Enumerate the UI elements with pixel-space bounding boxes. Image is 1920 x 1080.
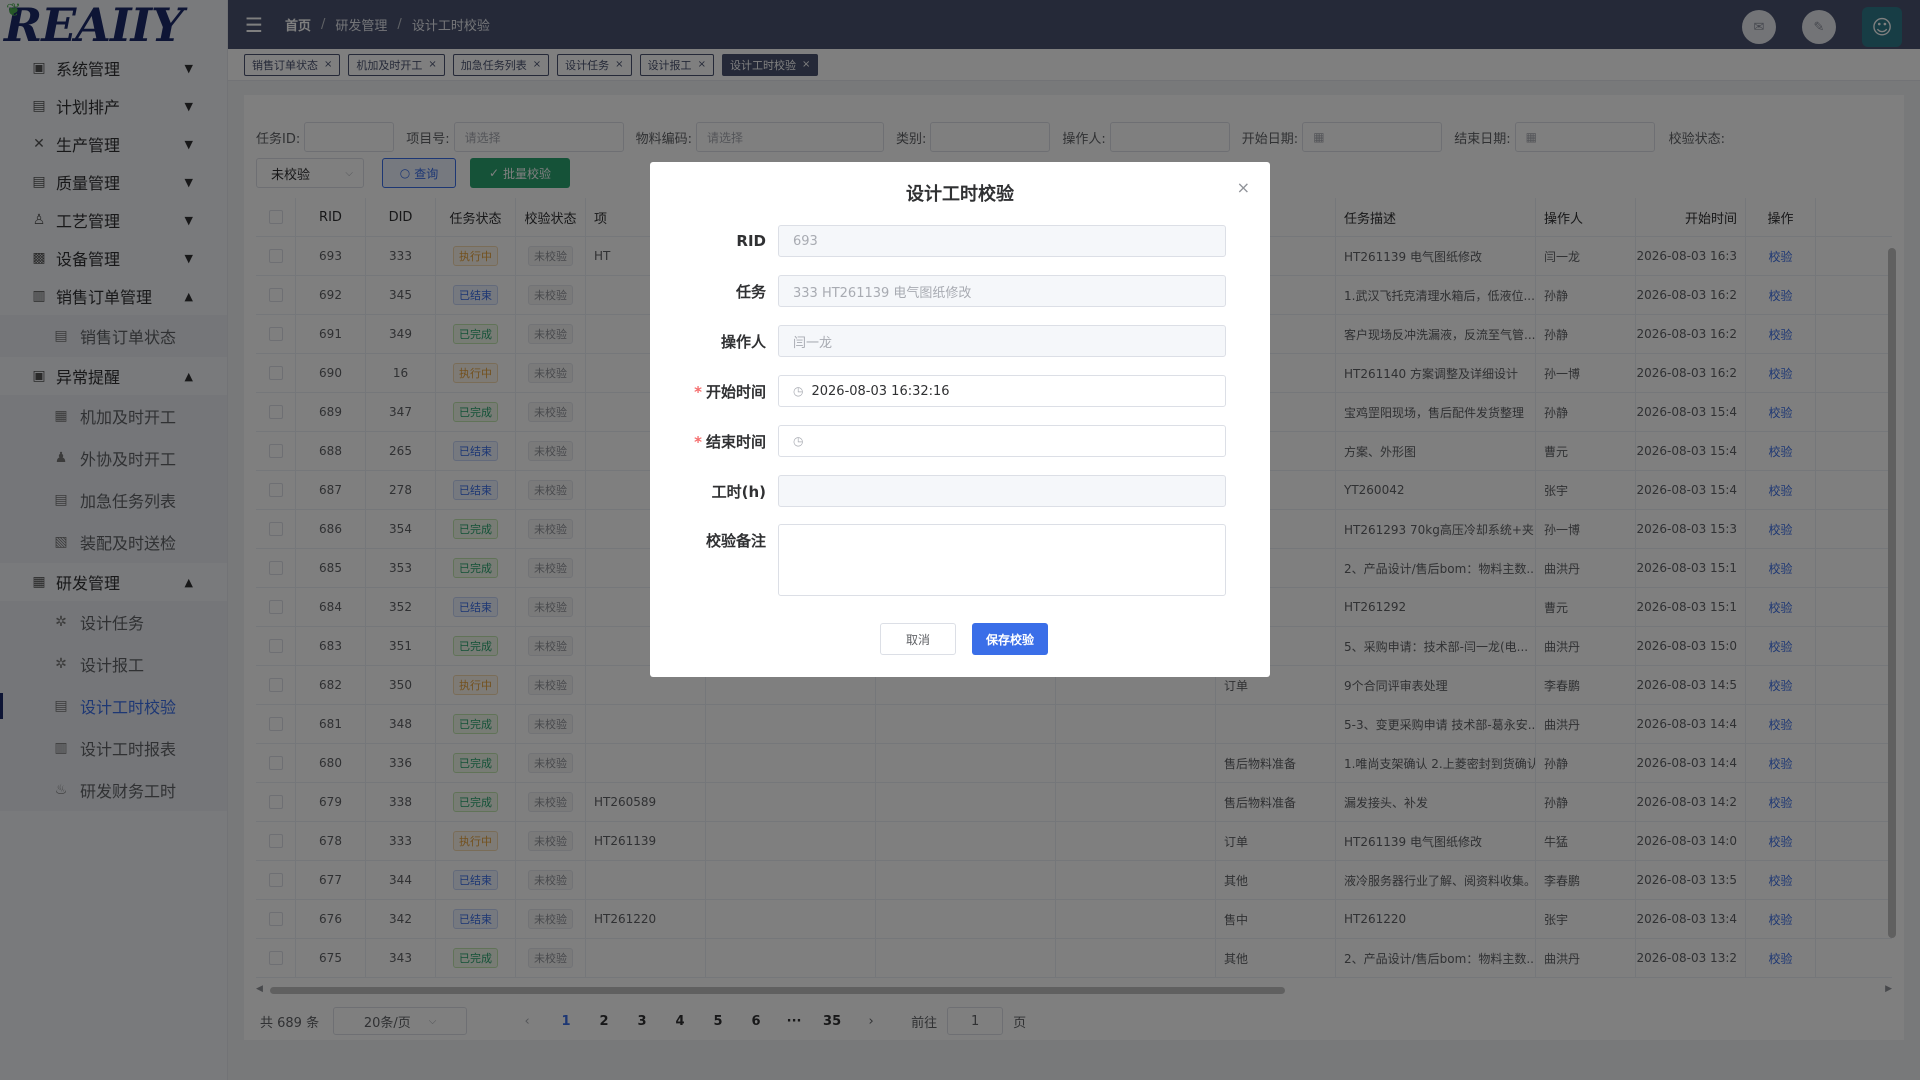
form-row-operator: 操作人 闫一龙: [650, 324, 1270, 358]
rid-label: RID: [736, 232, 766, 250]
dialog-title: 设计工时校验: [906, 184, 1014, 205]
required-mark: *: [694, 432, 702, 451]
form-row-task: 任务 333 HT261139 电气图纸修改: [650, 274, 1270, 308]
remark-label: 校验备注: [705, 532, 766, 550]
start-time-value: 2026-08-03 16:32:16: [811, 383, 950, 399]
cancel-button[interactable]: 取消: [880, 623, 956, 655]
end-time-picker[interactable]: ◷: [778, 425, 1226, 457]
hours-field: [778, 475, 1226, 507]
rid-field: 693: [778, 225, 1226, 257]
check-dialog: 设计工时校验 × RID 693 任务 333 HT261139 电气图纸修改 …: [650, 162, 1270, 677]
dialog-footer: 取消 保存校验: [880, 623, 1048, 655]
required-mark: *: [694, 382, 702, 401]
task-field: 333 HT261139 电气图纸修改: [778, 275, 1226, 307]
save-check-button[interactable]: 保存校验: [972, 623, 1048, 655]
start-time-picker[interactable]: ◷ 2026-08-03 16:32:16: [778, 375, 1226, 407]
operator-field: 闫一龙: [778, 325, 1226, 357]
start-time-label-text: 开始时间: [705, 382, 766, 401]
hours-label: 工时(h): [711, 482, 766, 501]
end-time-label: * 结束时间: [650, 431, 778, 452]
form-row-remark: 校验备注: [650, 524, 1270, 598]
start-time-label: * 开始时间: [650, 381, 778, 402]
task-label: 任务: [735, 282, 766, 301]
form-row-hours: 工时(h): [650, 474, 1270, 508]
close-icon[interactable]: ×: [1237, 178, 1250, 197]
operator-label: 操作人: [720, 332, 766, 351]
form-row-end: * 结束时间 ◷: [650, 424, 1270, 458]
clock-icon: ◷: [793, 434, 804, 448]
remark-textarea[interactable]: [778, 524, 1226, 596]
end-time-label-text: 结束时间: [705, 432, 766, 451]
clock-icon: ◷: [793, 384, 804, 398]
form-row-rid: RID 693: [650, 224, 1270, 258]
form-row-start: * 开始时间 ◷ 2026-08-03 16:32:16: [650, 374, 1270, 408]
